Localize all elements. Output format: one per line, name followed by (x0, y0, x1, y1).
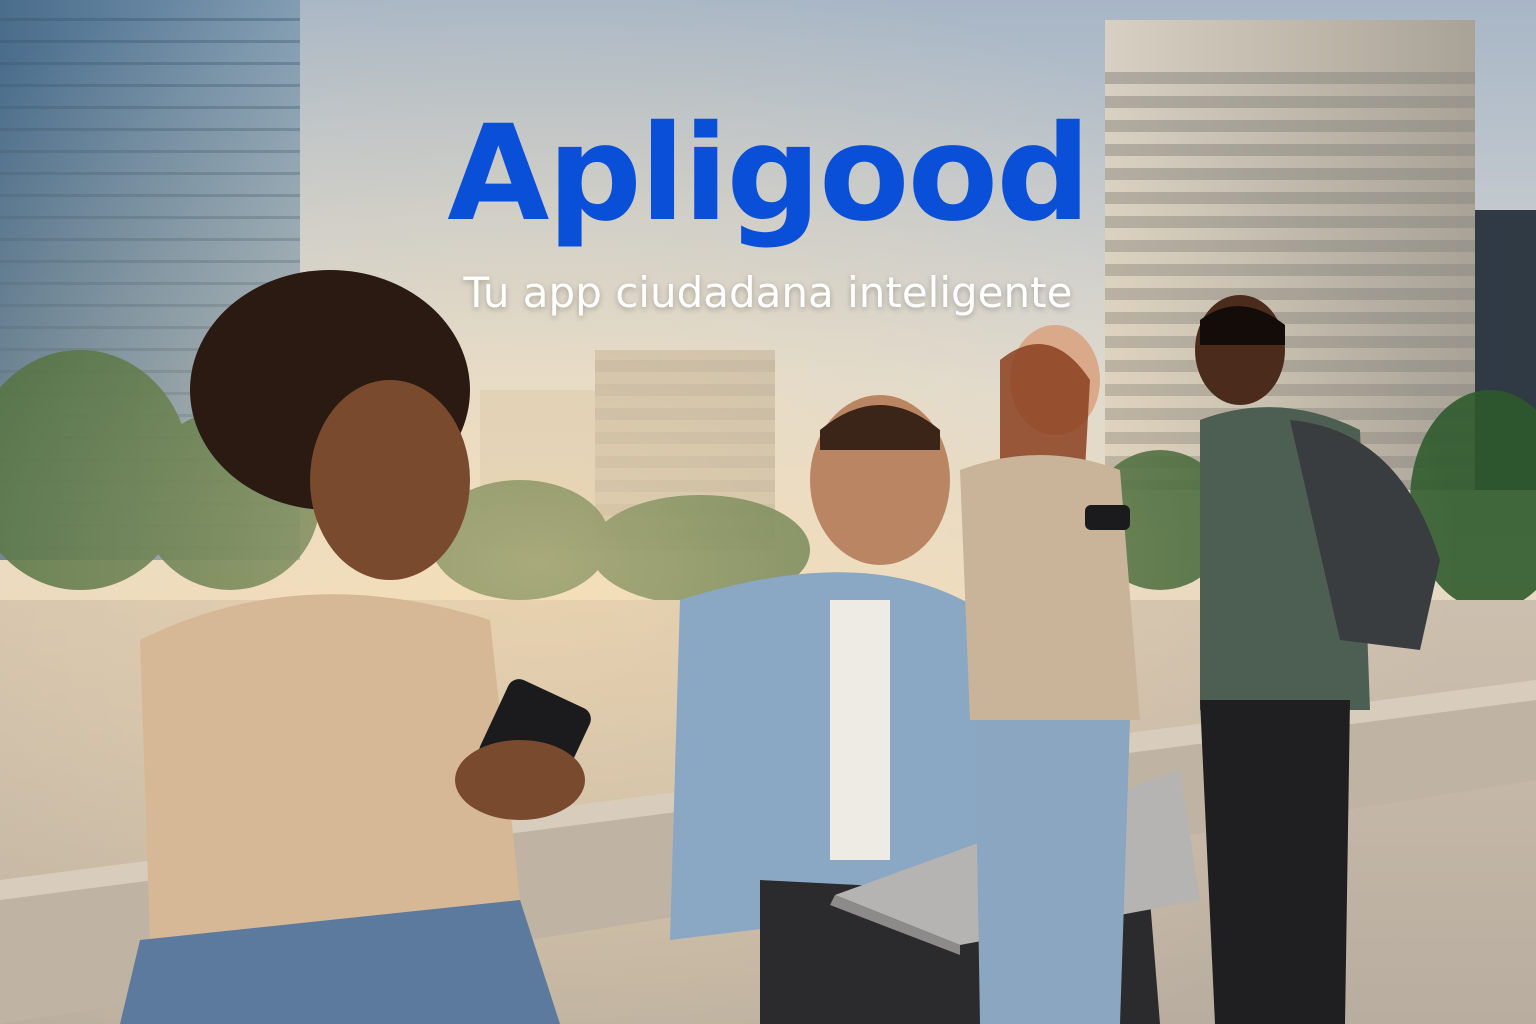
hero-banner: Apligood Tu app ciudadana inteligente (0, 0, 1536, 1024)
brand-wordmark: Apligood (447, 97, 1091, 251)
hero-headline: Apligood Tu app ciudadana inteligente (0, 108, 1536, 314)
tagline: Tu app ciudadana inteligente (463, 268, 1073, 317)
